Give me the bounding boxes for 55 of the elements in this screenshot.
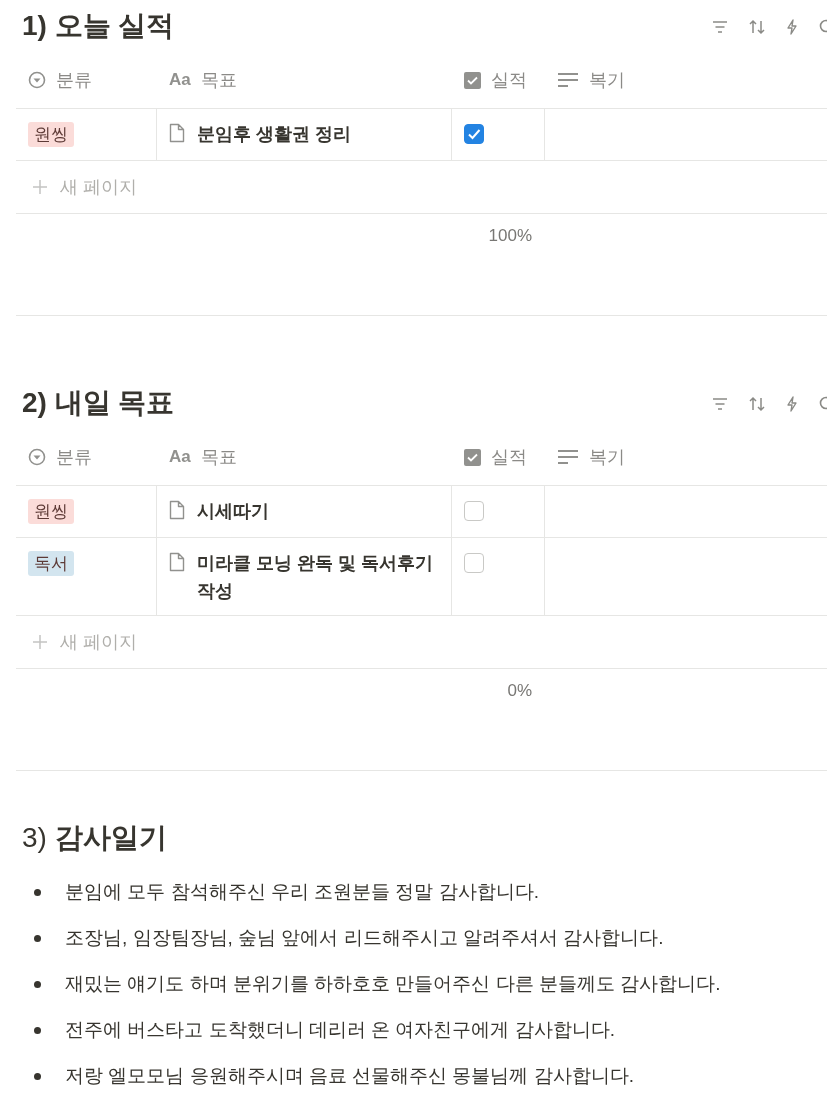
gratitude-item: 재밌는 얘기도 하며 분위기를 하하호호 만들어주신 다른 분들께도 감사합니다. [65, 972, 721, 996]
column-header[interactable]: 분류 [16, 68, 157, 92]
text-type-icon: Aa [169, 447, 191, 467]
column-header[interactable]: Aa 목표 [157, 68, 452, 92]
section-title: 2) 내일 목표 [22, 386, 175, 420]
checkbox-icon [464, 448, 481, 466]
column-header[interactable]: 복기 [545, 445, 827, 469]
sort-icon[interactable] [748, 19, 766, 35]
text-lines-icon [557, 449, 579, 465]
column-header[interactable]: 실적 [452, 445, 545, 469]
bullet-icon [34, 1026, 41, 1034]
goal-text[interactable]: 미라클 모닝 완독 및 독서후기 작성 [197, 549, 447, 605]
gratitude-item: 분임에 모두 참석해주신 우리 조원분들 정말 감사합니다. [65, 880, 539, 904]
checkbox[interactable] [464, 553, 484, 573]
plus-icon [32, 179, 48, 195]
bullet-icon [34, 888, 41, 896]
lightning-icon[interactable] [786, 19, 798, 35]
text-type-icon: Aa [169, 70, 191, 90]
filter-icon[interactable] [712, 20, 728, 34]
category-tag: 원씽 [28, 499, 74, 524]
column-header[interactable]: 실적 [452, 68, 545, 92]
plus-icon [32, 634, 48, 650]
page-icon [169, 500, 185, 520]
new-page-button[interactable]: 새 페이지 [32, 630, 137, 654]
sort-icon[interactable] [748, 396, 766, 412]
goal-text[interactable]: 시세따기 [197, 497, 269, 525]
column-header[interactable]: Aa 목표 [157, 445, 452, 469]
checkbox[interactable] [464, 124, 484, 144]
gratitude-item: 전주에 버스타고 도착했더니 데리러 온 여자친구에게 감사합니다. [65, 1018, 615, 1042]
bullet-icon [34, 934, 41, 942]
page-icon [169, 123, 185, 143]
checkbox[interactable] [464, 501, 484, 521]
column-header[interactable]: 분류 [16, 445, 157, 469]
gratitude-item: 저랑 엘모모님 응원해주시며 음료 선물해주신 몽불님께 감사합니다. [65, 1064, 634, 1088]
checkbox-icon [464, 71, 481, 89]
dropdown-icon [28, 71, 46, 89]
calculation-value: 100% [488, 226, 532, 246]
page-icon [169, 552, 185, 572]
column-header[interactable]: 복기 [545, 68, 827, 92]
gratitude-item: 조장님, 임장팀장님, 숲님 앞에서 리드해주시고 알려주셔서 감사합니다. [65, 926, 664, 950]
section-title: 3) 감사일기 [22, 821, 168, 855]
lightning-icon[interactable] [786, 396, 798, 412]
dropdown-icon [28, 448, 46, 466]
category-tag: 원씽 [28, 122, 74, 147]
calculation-value: 0% [507, 681, 532, 701]
bullet-icon [34, 1072, 41, 1080]
goal-text[interactable]: 분임후 생활권 정리 [197, 120, 351, 148]
bullet-icon [34, 980, 41, 988]
search-icon[interactable] [818, 19, 827, 35]
search-icon[interactable] [818, 396, 827, 412]
new-page-button[interactable]: 새 페이지 [32, 175, 137, 199]
filter-icon[interactable] [712, 397, 728, 411]
text-lines-icon [557, 72, 579, 88]
category-tag: 독서 [28, 551, 74, 576]
section-title: 1) 오늘 실적 [22, 9, 175, 43]
